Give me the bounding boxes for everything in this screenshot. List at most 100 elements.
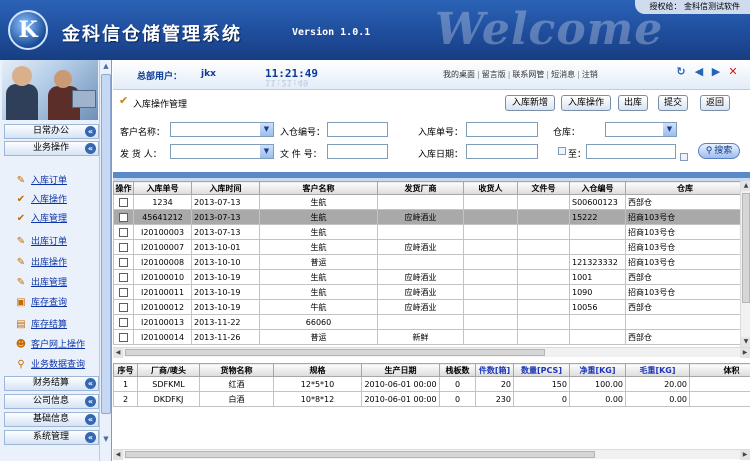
sidebar-cat-office[interactable]: 日常办公 « [4,124,99,139]
scroll-left-icon[interactable]: ◀ [113,450,123,460]
row-checkbox[interactable] [119,272,128,282]
scroll-right-icon[interactable]: ▶ [740,348,750,358]
row-checkbox-cell[interactable] [113,224,134,240]
scroll-up-icon[interactable]: ▲ [741,181,750,191]
table-row[interactable]: 45641212 2013-07-13 生航 应峙酒业 15222 招商103号仓 [113,209,740,225]
col-header[interactable]: 序号 [113,363,138,377]
row-checkbox-cell[interactable] [113,314,134,330]
row-checkbox-cell[interactable] [113,269,134,285]
sidebar-cat-finance[interactable]: 财务结算 « [4,376,99,391]
row-checkbox-cell[interactable] [113,284,134,300]
forward-arrow-icon[interactable]: ▶ [710,66,722,78]
orders-vscroll[interactable]: ▲ ▼ [740,181,750,347]
back-arrow-icon[interactable]: ◀ [693,66,705,78]
consignor-select[interactable]: ▼ [170,144,274,159]
outbound-button[interactable]: 出库 [618,95,648,111]
link-message-board[interactable]: 留言版 [482,70,506,79]
calendar-icon[interactable] [680,153,688,161]
row-checkbox[interactable] [119,287,128,297]
sidebar-item-outbound-operation[interactable]: ✎ 出库操作 [14,256,67,270]
warehouse-select[interactable]: ▼ [605,122,677,137]
inbound-add-button[interactable]: 入库新增 [505,95,555,111]
col-header[interactable]: 文件号 [517,181,570,195]
col-header[interactable]: 收货人 [463,181,518,195]
table-row[interactable]: I20100010 2013-10-19 生航 应峙酒业 1001 西部仓 [113,269,740,285]
row-checkbox-cell[interactable] [113,254,134,270]
col-header[interactable]: 入仓编号 [569,181,626,195]
sidebar-item-stock-query[interactable]: ▣ 库存查询 [14,296,67,310]
link-contact-admin[interactable]: 联系网管 [512,70,544,79]
table-row[interactable]: I20100011 2013-10-19 生航 应峙酒业 1090 招商103号仓 [113,284,740,300]
row-checkbox-cell[interactable] [113,209,134,225]
sidebar-cat-basic[interactable]: 基础信息 « [4,412,99,427]
row-checkbox[interactable] [119,212,128,222]
order-no-input[interactable] [466,122,538,137]
date-from-input[interactable] [466,144,538,159]
sidebar-item-outbound-manage[interactable]: ✎ 出库管理 [14,276,67,290]
submit-button[interactable]: 提交 [658,95,688,111]
table-row[interactable]: I20100013 2013-11-22 66060 [113,314,740,330]
row-checkbox-cell[interactable] [113,194,134,210]
row-checkbox[interactable] [119,197,128,207]
row-checkbox[interactable] [119,302,128,312]
date-to-input[interactable] [586,144,676,159]
entry-no-input[interactable] [327,122,388,137]
sidebar-item-outbound-order[interactable]: ✎ 出库订单 [14,235,67,249]
col-header[interactable]: 净重[KG] [569,363,626,377]
row-checkbox-cell[interactable] [113,329,134,345]
scroll-down-icon[interactable]: ▼ [101,434,111,444]
sidebar-item-customer-online[interactable]: ☻ 客户网上操作 [14,338,85,352]
link-short-message[interactable]: 短消息 [551,70,575,79]
col-header[interactable]: 数量[PCS] [513,363,570,377]
table-row[interactable]: I20100012 2013-10-19 牛航 应峙酒业 10056 西部仓 [113,299,740,315]
customer-select[interactable]: ▼ [170,122,274,137]
sidebar-cat-company[interactable]: 公司信息 « [4,394,99,409]
row-checkbox-cell[interactable] [113,239,134,255]
scroll-up-icon[interactable]: ▲ [101,61,111,71]
sidebar-scrollbar[interactable]: ▲ ▼ [99,60,111,461]
col-header[interactable]: 厂商/唛头 [137,363,200,377]
table-row[interactable]: I20100008 2013-10-10 普运 121323332 招商103号仓 [113,254,740,270]
col-header[interactable]: 毛重[KG] [625,363,690,377]
search-button[interactable]: ⚲ 搜索 [698,143,740,159]
link-logout[interactable]: 注销 [582,70,598,79]
link-my-desktop[interactable]: 我的桌面 [443,70,475,79]
details-hscroll-thumb[interactable] [125,451,595,458]
inbound-operation-button[interactable]: 入库操作 [561,95,611,111]
orders-hscroll[interactable]: ◀ ▶ [113,347,750,358]
table-row[interactable]: 1234 2013-07-13 生航 S00600123 西部仓 [113,194,740,210]
scroll-left-icon[interactable]: ◀ [113,348,123,358]
sidebar-cat-business[interactable]: 业务操作 « [4,141,99,156]
col-header[interactable]: 入库时间 [191,181,260,195]
col-header[interactable]: 仓库 [625,181,740,195]
sidebar-scroll-thumb[interactable] [101,74,111,414]
calendar-icon[interactable] [558,147,566,155]
sidebar-item-stock-settlement[interactable]: ▤ 库存结算 [14,318,67,332]
sidebar-item-inbound-order[interactable]: ✎ 入库订单 [14,174,67,188]
col-header[interactable]: 体积 [689,363,750,377]
col-header[interactable]: 操作 [113,181,134,195]
row-checkbox[interactable] [119,332,128,342]
col-header[interactable]: 栈板数 [439,363,476,377]
col-header[interactable]: 客户名称 [259,181,378,195]
col-header[interactable]: 规格 [273,363,362,377]
return-button[interactable]: 返回 [700,95,730,111]
sidebar-item-inbound-operation[interactable]: ✔ 入库操作 [14,193,67,207]
col-header[interactable]: 货物名称 [199,363,274,377]
row-checkbox[interactable] [119,317,128,327]
close-icon[interactable]: ✕ [727,66,739,78]
scroll-down-icon[interactable]: ▼ [741,337,750,347]
sidebar-item-inbound-manage[interactable]: ✔ 入库管理 [14,212,67,226]
table-row[interactable]: I20100014 2013-11-26 普运 新鲜 西部仓 [113,329,740,345]
doc-no-input[interactable] [327,144,388,159]
details-hscroll[interactable]: ◀ ▶ [113,449,750,460]
row-checkbox[interactable] [119,257,128,267]
table-row[interactable]: I20100007 2013-10-01 生航 应峙酒业 招商103号仓 [113,239,740,255]
col-header[interactable]: 件数[箱] [475,363,514,377]
col-header[interactable]: 入库单号 [133,181,192,195]
table-row[interactable]: 1 SDFKML 红酒 12*5*10 2010-06-01 00:00 0 20 150 10… [113,376,750,392]
col-header[interactable]: 生产日期 [361,363,440,377]
row-checkbox[interactable] [119,242,128,252]
table-row[interactable]: I20100003 2013-07-13 生航 招商103号仓 [113,224,740,240]
col-header[interactable]: 发货厂商 [377,181,464,195]
